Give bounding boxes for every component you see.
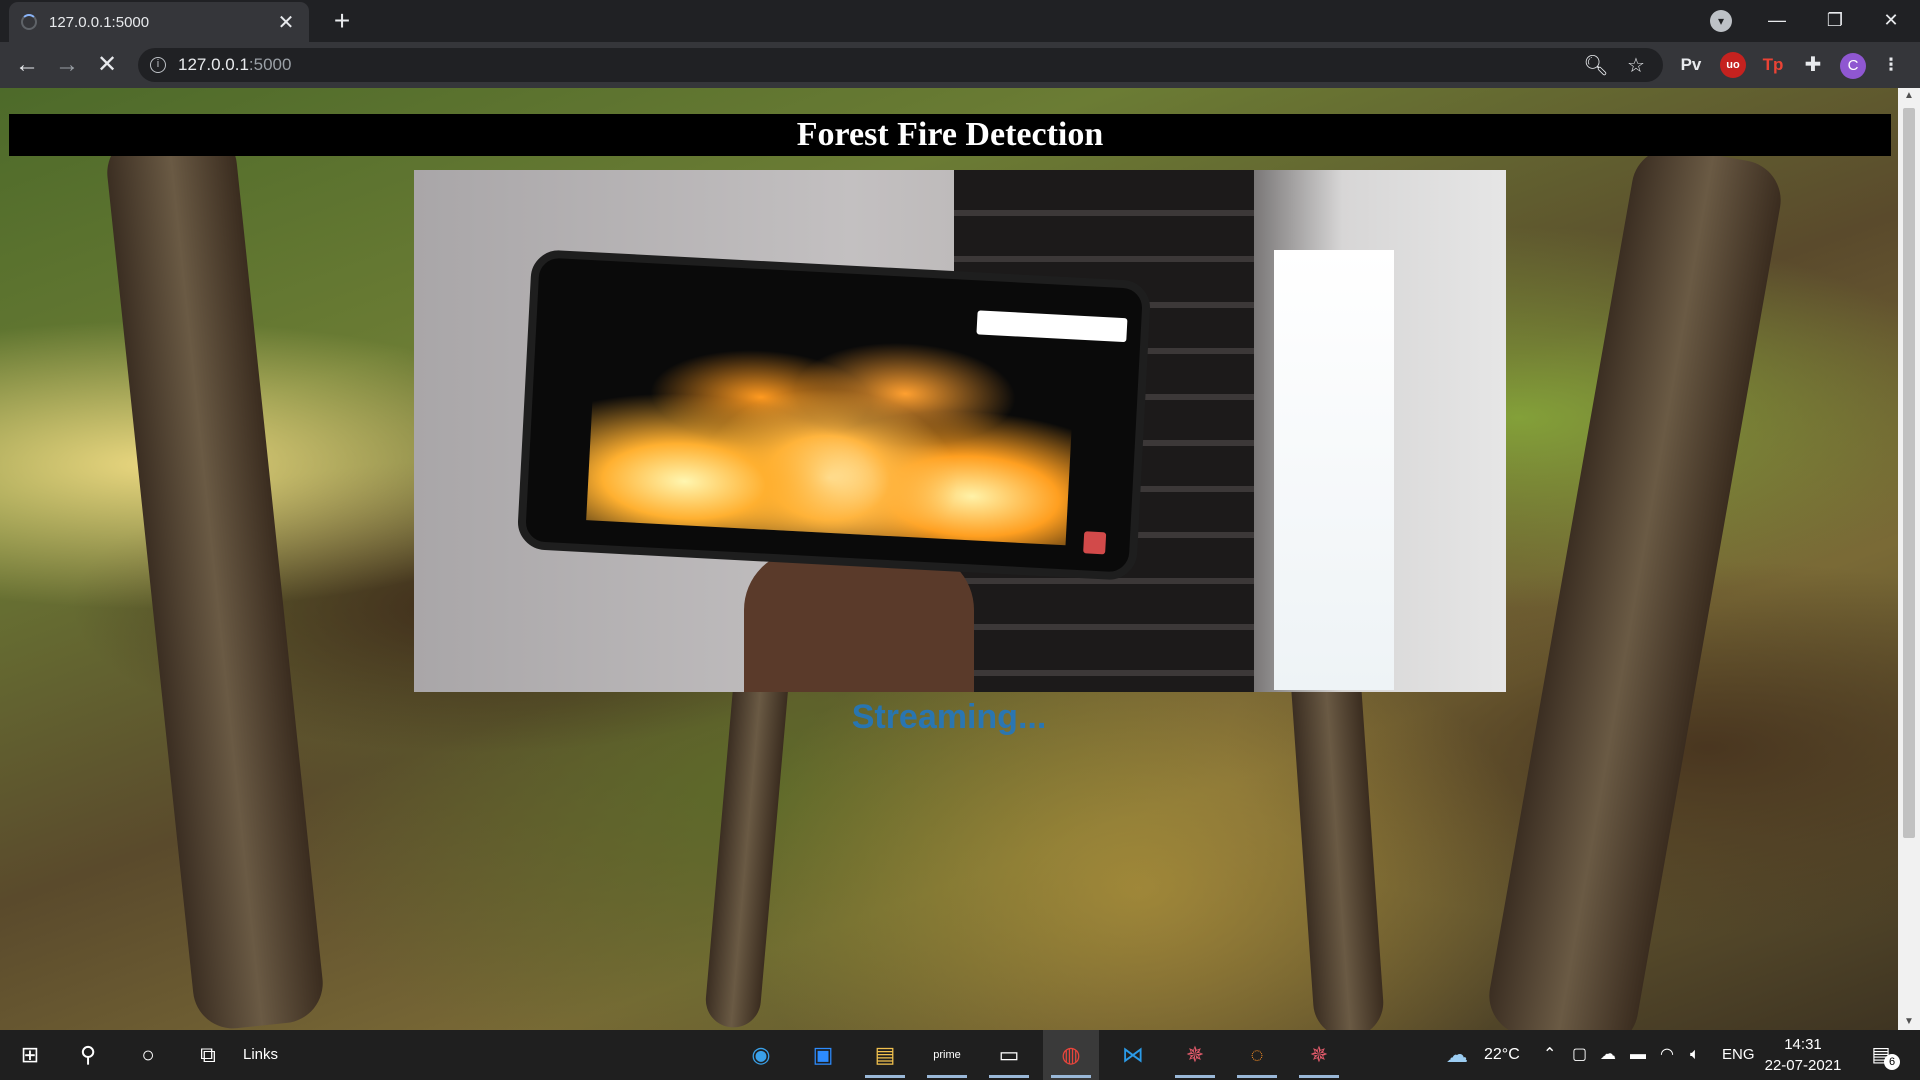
browser-toolbar: ← → ✕ i 127.0.0.1:5000 🔍︎ ☆ Pv uo Tp ✚ C…: [0, 42, 1920, 88]
prime-video-icon[interactable]: prime: [919, 1030, 975, 1080]
video-stream: [414, 170, 1506, 692]
edge-icon[interactable]: ◉: [733, 1030, 789, 1080]
volume-icon[interactable]: 🔈︎: [1690, 1030, 1700, 1080]
url-port: :5000: [248, 55, 292, 74]
tab-title: 127.0.0.1:5000: [49, 13, 150, 31]
scroll-up-arrow-icon[interactable]: ▲: [1898, 88, 1920, 104]
browser-tab[interactable]: 127.0.0.1:5000 ✕: [9, 2, 309, 42]
meet-now-icon[interactable]: ▢: [1572, 1030, 1587, 1080]
page-header: Forest Fire Detection: [9, 114, 1891, 156]
back-arrow-icon[interactable]: ←: [10, 49, 44, 83]
tree-trunk: [1482, 141, 1788, 1030]
profile-avatar[interactable]: C: [1840, 53, 1866, 79]
app-star-icon-2[interactable]: ✵: [1291, 1030, 1347, 1080]
scroll-down-arrow-icon[interactable]: ▼: [1898, 1014, 1920, 1030]
tp-extension-icon[interactable]: Tp: [1760, 52, 1786, 78]
page-scrollbar[interactable]: ▲ ▼: [1898, 88, 1920, 1030]
jupyter-icon[interactable]: ◌: [1229, 1030, 1285, 1080]
windows-taskbar: ⊞ ⚲ ○ ⧉ Links ◉ ▣ ▤ prime ▭ ◍ ⋈ ✵ ◌ ✵ ☁ …: [0, 1030, 1920, 1080]
tab-close-button[interactable]: ✕: [275, 10, 297, 35]
loading-spinner-icon: [21, 14, 37, 30]
extensions-puzzle-icon[interactable]: ✚: [1800, 52, 1826, 78]
clock-time: 14:31: [1784, 1036, 1822, 1053]
app-star-icon[interactable]: ✵: [1167, 1030, 1223, 1080]
links-toolbar[interactable]: Links: [243, 1030, 278, 1080]
page-viewport: Forest Fire Detection Streaming...: [0, 88, 1898, 1030]
pv-extension-icon[interactable]: Pv: [1678, 52, 1704, 78]
windows-start-icon[interactable]: ⊞: [2, 1030, 58, 1080]
language-indicator[interactable]: ENG: [1722, 1030, 1755, 1080]
hand-image-area: [744, 550, 974, 692]
battery-icon[interactable]: ▬: [1630, 1030, 1646, 1080]
new-tab-button[interactable]: +: [325, 4, 359, 38]
weather-temperature[interactable]: 22°C: [1484, 1030, 1520, 1080]
vscode-icon[interactable]: ⋈: [1105, 1030, 1161, 1080]
wifi-icon[interactable]: ◠: [1660, 1030, 1674, 1080]
tray-chevron-icon[interactable]: ⌃: [1543, 1030, 1556, 1080]
stream-status: Streaming...: [851, 698, 1047, 736]
zoom-icon[interactable]: 🔍︎: [1583, 53, 1609, 78]
file-explorer-icon[interactable]: ▤: [857, 1030, 913, 1080]
ublock-extension-icon[interactable]: uo: [1720, 52, 1746, 78]
page-title: Forest Fire Detection: [796, 116, 1104, 153]
tab-search-icon[interactable]: ▾: [1710, 10, 1732, 32]
phone-screen-button: [1083, 531, 1107, 555]
task-view-icon[interactable]: ⧉: [180, 1030, 236, 1080]
site-info-icon[interactable]: i: [150, 57, 166, 73]
address-bar[interactable]: i 127.0.0.1:5000 🔍︎ ☆: [138, 48, 1663, 82]
zoom-app-icon[interactable]: ▣: [795, 1030, 851, 1080]
system-clock[interactable]: 14:31 22-07-2021: [1760, 1034, 1846, 1076]
chrome-icon[interactable]: ◍: [1043, 1030, 1099, 1080]
restore-button[interactable]: ❐: [1806, 0, 1864, 42]
bookmark-star-icon[interactable]: ☆: [1623, 53, 1649, 78]
tree-trunk: [103, 123, 327, 1030]
browser-tabstrip: 127.0.0.1:5000 ✕ + ▾ — ❐ ✕: [0, 0, 1920, 42]
clock-date: 22-07-2021: [1764, 1057, 1842, 1074]
menu-kebab-icon[interactable]: ⋮: [1878, 52, 1904, 78]
minimize-button[interactable]: —: [1748, 0, 1806, 42]
close-window-button[interactable]: ✕: [1862, 0, 1920, 42]
forward-arrow-icon[interactable]: →: [50, 49, 84, 83]
phone-image-area: [516, 248, 1152, 582]
terminal-icon[interactable]: ▭: [981, 1030, 1037, 1080]
weather-cloud-icon[interactable]: ☁: [1446, 1030, 1468, 1080]
search-icon[interactable]: ⚲: [60, 1030, 116, 1080]
url-host: 127.0.0.1: [178, 55, 249, 74]
onedrive-icon[interactable]: ☁: [1600, 1030, 1616, 1080]
stop-loading-icon[interactable]: ✕: [90, 49, 124, 83]
scroll-thumb[interactable]: [1903, 108, 1915, 838]
notification-count-badge: 6: [1884, 1054, 1900, 1070]
fire-image-area: [586, 300, 1078, 546]
window-image-area: [1274, 250, 1394, 690]
cortana-icon[interactable]: ○: [120, 1030, 176, 1080]
